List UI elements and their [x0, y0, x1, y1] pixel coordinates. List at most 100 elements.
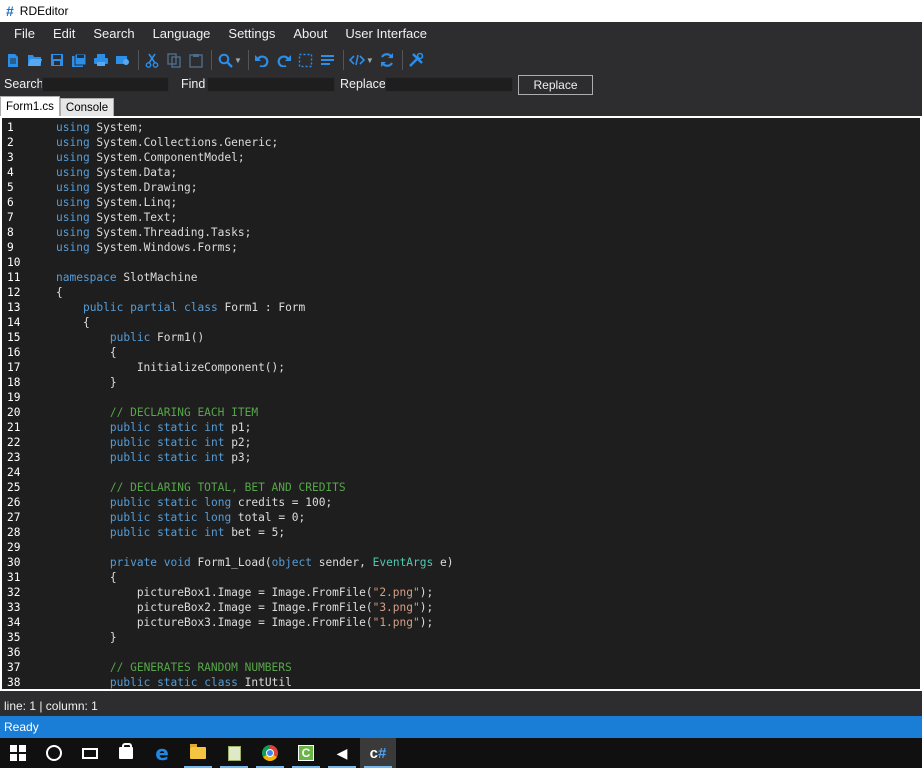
code-text[interactable]: public static long credits = 100;: [56, 495, 332, 510]
select-all-icon[interactable]: [296, 49, 316, 71]
chevron-down-icon[interactable]: ▼: [234, 56, 242, 65]
undo-icon[interactable]: [252, 49, 272, 71]
code-lines[interactable]: 1 using System; 2 using System.Collections.…: [2, 120, 920, 689]
ccleaner-icon[interactable]: C: [288, 738, 324, 768]
code-text[interactable]: using System.Drawing;: [56, 180, 197, 195]
tools-icon[interactable]: [406, 49, 426, 71]
code-line[interactable]: 15 public Form1(): [2, 330, 920, 345]
code-text[interactable]: // DECLARING EACH ITEM: [56, 405, 258, 420]
code-line[interactable]: 4 using System.Data;: [2, 165, 920, 180]
code-text[interactable]: public partial class Form1 : Form: [56, 300, 305, 315]
code-text[interactable]: // DECLARING TOTAL, BET AND CREDITS: [56, 480, 346, 495]
menu-search[interactable]: Search: [84, 22, 143, 46]
code-text[interactable]: public static class IntUtil: [56, 675, 292, 689]
search-icon[interactable]: [215, 49, 235, 71]
code-tag-icon[interactable]: [347, 49, 367, 71]
code-text[interactable]: using System.Linq;: [56, 195, 177, 210]
code-text[interactable]: {: [56, 570, 117, 585]
code-line[interactable]: 6 using System.Linq;: [2, 195, 920, 210]
replace-button[interactable]: Replace: [518, 75, 593, 95]
code-line[interactable]: 3 using System.ComponentModel;: [2, 150, 920, 165]
copy-icon[interactable]: [164, 49, 184, 71]
code-text[interactable]: public static int p3;: [56, 450, 252, 465]
menu-file[interactable]: File: [0, 22, 44, 46]
code-text[interactable]: pictureBox2.Image = Image.FromFile("3.pn…: [56, 600, 433, 615]
code-text[interactable]: using System.Text;: [56, 210, 177, 225]
code-line[interactable]: 10: [2, 255, 920, 270]
code-line[interactable]: 38 public static class IntUtil: [2, 675, 920, 689]
print-preview-icon[interactable]: [113, 49, 133, 71]
tab-form1-cs[interactable]: Form1.cs: [0, 96, 60, 116]
menu-edit[interactable]: Edit: [44, 22, 84, 46]
code-line[interactable]: 1 using System;: [2, 120, 920, 135]
rdeditor-icon[interactable]: c#: [360, 738, 396, 768]
code-text[interactable]: }: [56, 375, 117, 390]
chevron-down-icon[interactable]: ▼: [366, 56, 374, 65]
code-line[interactable]: 32 pictureBox1.Image = Image.FromFile("2…: [2, 585, 920, 600]
code-line[interactable]: 17 InitializeComponent();: [2, 360, 920, 375]
save-icon[interactable]: [47, 49, 67, 71]
code-text[interactable]: public static int p1;: [56, 420, 252, 435]
code-text[interactable]: namespace SlotMachine: [56, 270, 197, 285]
store-icon[interactable]: [108, 738, 144, 768]
code-text[interactable]: {: [56, 285, 63, 300]
code-line[interactable]: 25 // DECLARING TOTAL, BET AND CREDITS: [2, 480, 920, 495]
code-line[interactable]: 30 private void Form1_Load(object sender…: [2, 555, 920, 570]
redo-icon[interactable]: [274, 49, 294, 71]
code-line[interactable]: 14 {: [2, 315, 920, 330]
code-text[interactable]: InitializeComponent();: [56, 360, 285, 375]
code-line[interactable]: 34 pictureBox3.Image = Image.FromFile("1…: [2, 615, 920, 630]
code-line[interactable]: 31 {: [2, 570, 920, 585]
cortana-circle-icon[interactable]: [36, 738, 72, 768]
cut-icon[interactable]: [142, 49, 162, 71]
menu-settings[interactable]: Settings: [219, 22, 284, 46]
code-line[interactable]: 12 {: [2, 285, 920, 300]
code-line[interactable]: 27 public static long total = 0;: [2, 510, 920, 525]
code-line[interactable]: 11 namespace SlotMachine: [2, 270, 920, 285]
file-explorer-icon[interactable]: [180, 738, 216, 768]
chrome-icon[interactable]: [252, 738, 288, 768]
paste-icon[interactable]: [186, 49, 206, 71]
code-text[interactable]: public static int p2;: [56, 435, 252, 450]
tab-console[interactable]: Console: [59, 98, 115, 116]
code-line[interactable]: 33 pictureBox2.Image = Image.FromFile("3…: [2, 600, 920, 615]
new-file-icon[interactable]: [3, 49, 23, 71]
code-line[interactable]: 22 public static int p2;: [2, 435, 920, 450]
code-text[interactable]: pictureBox1.Image = Image.FromFile("2.pn…: [56, 585, 433, 600]
code-text[interactable]: private void Form1_Load(object sender, E…: [56, 555, 454, 570]
refresh-icon[interactable]: [377, 49, 397, 71]
code-line[interactable]: 24: [2, 465, 920, 480]
code-line[interactable]: 23 public static int p3;: [2, 450, 920, 465]
code-text[interactable]: }: [56, 630, 117, 645]
print-icon[interactable]: [91, 49, 111, 71]
save-all-icon[interactable]: [69, 49, 89, 71]
code-text[interactable]: public Form1(): [56, 330, 204, 345]
code-text[interactable]: using System.Data;: [56, 165, 177, 180]
menu-about[interactable]: About: [284, 22, 336, 46]
code-line[interactable]: 37 // GENERATES RANDOM NUMBERS: [2, 660, 920, 675]
code-line[interactable]: 2 using System.Collections.Generic;: [2, 135, 920, 150]
search-input[interactable]: [42, 77, 169, 92]
code-line[interactable]: 16 {: [2, 345, 920, 360]
menu-user-interface[interactable]: User Interface: [336, 22, 436, 46]
code-line[interactable]: 13 public partial class Form1 : Form: [2, 300, 920, 315]
edge-icon[interactable]: e: [144, 738, 180, 768]
open-folder-icon[interactable]: [25, 49, 45, 71]
code-line[interactable]: 36: [2, 645, 920, 660]
replace-input[interactable]: [385, 77, 513, 92]
code-line[interactable]: 18 }: [2, 375, 920, 390]
code-line[interactable]: 26 public static long credits = 100;: [2, 495, 920, 510]
code-line[interactable]: 29: [2, 540, 920, 555]
code-text[interactable]: using System.Collections.Generic;: [56, 135, 278, 150]
task-view-icon[interactable]: [72, 738, 108, 768]
windows-start-icon[interactable]: [0, 738, 36, 768]
code-line[interactable]: 28 public static int bet = 5;: [2, 525, 920, 540]
code-line[interactable]: 19: [2, 390, 920, 405]
menu-language[interactable]: Language: [144, 22, 220, 46]
find-input[interactable]: [207, 77, 335, 92]
code-line[interactable]: 35 }: [2, 630, 920, 645]
code-text[interactable]: using System.Threading.Tasks;: [56, 225, 251, 240]
notepad-icon[interactable]: [216, 738, 252, 768]
code-line[interactable]: 7 using System.Text;: [2, 210, 920, 225]
code-text[interactable]: // GENERATES RANDOM NUMBERS: [56, 660, 292, 675]
